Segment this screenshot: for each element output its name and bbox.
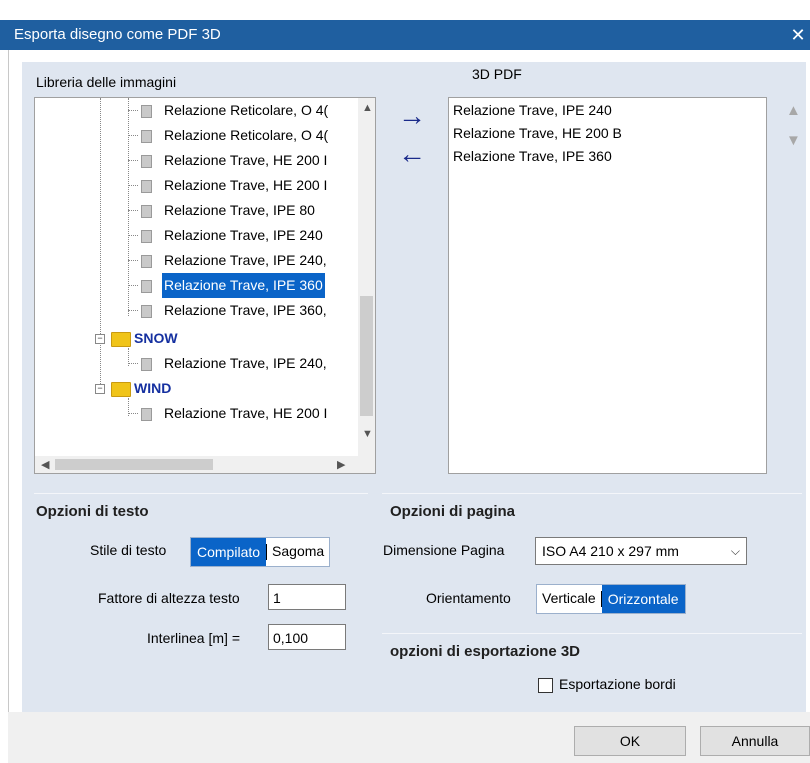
orientation-option-portrait[interactable]: Verticale bbox=[537, 585, 601, 613]
document-icon bbox=[141, 205, 152, 218]
tree-item-label: Relazione Trave, IPE 240 bbox=[164, 227, 323, 243]
orientation-label: Orientamento bbox=[426, 590, 511, 606]
tree-item-label: Relazione Trave, IPE 240, bbox=[164, 252, 327, 268]
cancel-button[interactable]: Annulla bbox=[700, 726, 810, 756]
scroll-up-icon[interactable]: ▲ bbox=[362, 102, 373, 114]
collapse-icon[interactable]: − bbox=[95, 384, 105, 394]
export-3d-title: opzioni di esportazione 3D bbox=[390, 643, 581, 660]
tree-item-label: Relazione Trave, IPE 360 bbox=[162, 273, 325, 298]
page-options-title: Opzioni di pagina bbox=[390, 503, 515, 520]
scroll-left-icon[interactable]: ◀ bbox=[41, 458, 49, 471]
tree-horizontal-scrollbar[interactable]: ◀ ▶ bbox=[35, 456, 375, 473]
library-label: Libreria delle immagini bbox=[36, 74, 177, 90]
tree-item[interactable]: Relazione Trave, IPE 240, bbox=[35, 351, 355, 376]
tree-item[interactable]: Relazione Trave, HE 200 I bbox=[35, 148, 355, 173]
tree-item-label: Relazione Trave, IPE 80 bbox=[164, 202, 315, 218]
page-size-select[interactable]: ISO A4 210 x 297 mm ⌵ bbox=[535, 537, 747, 565]
window-title: Esporta disegno come PDF 3D bbox=[14, 26, 221, 43]
tree-folder-wind[interactable]: − WIND bbox=[35, 376, 355, 401]
tree-item[interactable]: Relazione Trave, HE 200 I bbox=[35, 173, 355, 198]
pdf-item-list[interactable]: Relazione Trave, IPE 240 Relazione Trave… bbox=[448, 97, 767, 474]
document-icon bbox=[141, 105, 152, 118]
document-icon bbox=[141, 305, 152, 318]
document-icon bbox=[141, 180, 152, 193]
document-icon bbox=[141, 155, 152, 168]
tree-item-label: Relazione Reticolare, O 4( bbox=[164, 102, 329, 118]
style-option-filled[interactable]: Compilato bbox=[191, 538, 267, 566]
tree-item[interactable]: Relazione Trave, HE 200 I bbox=[35, 401, 355, 426]
text-style-label: Stile di testo bbox=[90, 542, 167, 558]
folder-label: SNOW bbox=[134, 330, 178, 346]
line-spacing-label: Interlinea [m] = bbox=[147, 630, 240, 646]
tree-folder-snow[interactable]: − SNOW bbox=[35, 326, 355, 351]
document-icon bbox=[141, 280, 152, 293]
folder-label: WIND bbox=[134, 380, 172, 396]
document-icon bbox=[141, 408, 152, 421]
text-options-title: Opzioni di testo bbox=[36, 503, 149, 520]
arrow-up-icon[interactable]: ▲ bbox=[786, 102, 801, 119]
orientation-toggle[interactable]: Verticale Orizzontale bbox=[536, 584, 686, 614]
border-export-label: Esportazione bordi bbox=[559, 676, 676, 692]
height-factor-input[interactable]: 1 bbox=[268, 584, 346, 610]
section-divider bbox=[382, 633, 802, 634]
list-item[interactable]: Relazione Trave, HE 200 B bbox=[453, 122, 622, 145]
arrow-left-icon[interactable]: ← bbox=[398, 140, 426, 168]
arrow-right-icon[interactable]: → bbox=[398, 102, 426, 130]
pdf-list-label: 3D PDF bbox=[472, 66, 522, 82]
image-library-tree[interactable]: Relazione Reticolare, O 4( Relazione Ret… bbox=[34, 97, 376, 474]
tree-item-label: Relazione Trave, HE 200 I bbox=[164, 152, 328, 168]
arrow-down-icon[interactable]: ▼ bbox=[786, 132, 801, 149]
tree-item-label: Relazione Trave, IPE 240, bbox=[164, 355, 327, 371]
tree-item-label: Relazione Trave, HE 200 I bbox=[164, 405, 328, 421]
ok-button[interactable]: OK bbox=[574, 726, 686, 756]
section-divider bbox=[34, 493, 368, 494]
tree-item[interactable]: Relazione Trave, IPE 240, bbox=[35, 248, 355, 273]
line-spacing-input[interactable]: 0,100 bbox=[268, 624, 346, 650]
style-option-outline[interactable]: Sagoma bbox=[267, 538, 329, 566]
scrollbar-thumb[interactable] bbox=[360, 296, 373, 416]
tree-item-label: Relazione Reticolare, O 4( bbox=[164, 127, 329, 143]
scroll-down-icon[interactable]: ▼ bbox=[362, 428, 373, 440]
close-icon[interactable]: ✕ bbox=[786, 20, 810, 50]
section-divider bbox=[382, 493, 802, 494]
text-style-toggle[interactable]: Compilato Sagoma bbox=[190, 537, 331, 567]
tree-item-selected[interactable]: Relazione Trave, IPE 360 bbox=[35, 273, 355, 298]
scroll-right-icon[interactable]: ▶ bbox=[337, 458, 345, 471]
tree-item-label: Relazione Trave, HE 200 I bbox=[164, 177, 328, 193]
document-icon bbox=[141, 358, 152, 371]
page-size-label: Dimensione Pagina bbox=[383, 542, 505, 558]
document-icon bbox=[141, 130, 152, 143]
page-size-value: ISO A4 210 x 297 mm bbox=[542, 543, 679, 559]
tree-item[interactable]: Relazione Trave, IPE 80 bbox=[35, 198, 355, 223]
folder-icon bbox=[111, 382, 131, 397]
list-item[interactable]: Relazione Trave, IPE 360 bbox=[453, 145, 612, 168]
tree-item-label: Relazione Trave, IPE 360, bbox=[164, 302, 327, 318]
button-bar bbox=[8, 712, 810, 763]
tree-vertical-scrollbar[interactable]: ▲ ▼ bbox=[358, 98, 375, 456]
collapse-icon[interactable]: − bbox=[95, 334, 105, 344]
height-factor-label: Fattore di altezza testo bbox=[98, 590, 240, 606]
tree-item[interactable]: Relazione Trave, IPE 360, bbox=[35, 298, 355, 323]
tree-item[interactable]: Relazione Reticolare, O 4( bbox=[35, 98, 355, 123]
document-icon bbox=[141, 230, 152, 243]
scrollbar-thumb[interactable] bbox=[55, 459, 213, 470]
tree-item[interactable]: Relazione Reticolare, O 4( bbox=[35, 123, 355, 148]
list-item[interactable]: Relazione Trave, IPE 240 bbox=[453, 99, 612, 122]
folder-icon bbox=[111, 332, 131, 347]
document-icon bbox=[141, 255, 152, 268]
chevron-down-icon[interactable]: ⌵ bbox=[731, 538, 740, 564]
window-frame-left bbox=[0, 50, 9, 763]
orientation-option-landscape[interactable]: Orizzontale bbox=[601, 585, 685, 613]
border-export-checkbox[interactable] bbox=[538, 678, 553, 693]
title-bar: Esporta disegno come PDF 3D ✕ bbox=[0, 0, 810, 62]
tree-item[interactable]: Relazione Trave, IPE 240 bbox=[35, 223, 355, 248]
